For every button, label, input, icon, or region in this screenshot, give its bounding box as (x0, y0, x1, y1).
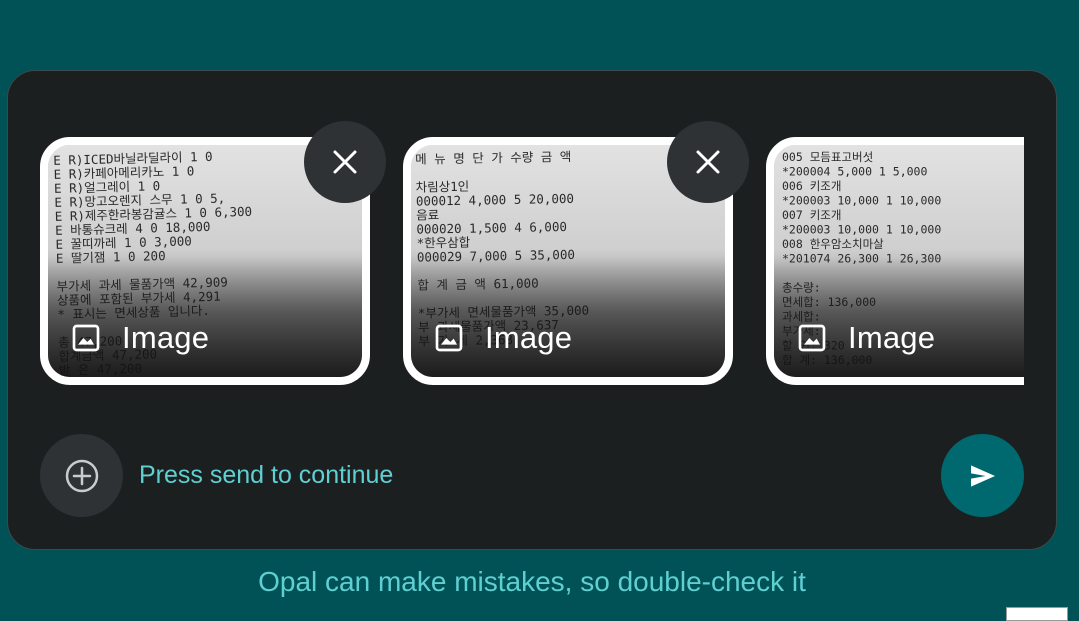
close-icon (333, 150, 357, 174)
attachment-label-row: Image (433, 320, 572, 356)
corner-widget (1006, 607, 1068, 621)
attachment-strip: E R)ICED바닐라딜라이 1 0E R)카페아메리카노 1 0E R)얼그레… (40, 137, 1024, 387)
remove-attachment-1-button[interactable] (304, 121, 386, 203)
attachment-label: Image (848, 320, 936, 355)
receipt-line: 000012 4,000 5 20,000 (416, 191, 574, 209)
image-icon (798, 324, 826, 352)
receipt-line: 006 키조개 (782, 179, 841, 193)
attachment-label-row: Image (70, 320, 209, 356)
thumbnail-shade (774, 257, 1024, 377)
add-circle-icon (65, 459, 98, 492)
remove-attachment-2-button[interactable] (667, 121, 749, 203)
attachment-label: Image (122, 320, 210, 355)
thumbnail-shade (411, 257, 725, 377)
close-icon (696, 150, 720, 174)
disclaimer-text: Opal can make mistakes, so double-check … (258, 566, 806, 597)
send-button[interactable] (941, 434, 1024, 517)
receipt-line: 메 뉴 명 단 가 수량 금 액 (415, 149, 571, 167)
receipt-line: *200004 5,000 1 5,000 (782, 165, 927, 179)
receipt-line: 000020 1,500 4 6,000 (416, 219, 567, 237)
image-icon (72, 324, 100, 352)
receipt-line: 007 키조개 (782, 208, 841, 222)
add-attachment-button[interactable] (40, 434, 123, 517)
receipt-line: *200003 10,000 1 10,000 (782, 223, 941, 237)
attachment-label-row: Image (796, 320, 935, 356)
thumbnail-shade (48, 257, 362, 377)
send-icon (970, 464, 995, 487)
attachment-card-3[interactable]: 005 모듬표고버섯 *200004 5,000 1 5,000 006 키조개 *2… (766, 137, 1024, 385)
prompt-input[interactable] (139, 455, 919, 495)
receipt-line: *200003 10,000 1 10,000 (782, 194, 941, 208)
image-icon (435, 324, 463, 352)
receipt-line: 005 모듬표고버섯 (782, 150, 873, 164)
receipt-line: 008 한우암소치마살 (782, 237, 884, 251)
attachment-label: Image (485, 320, 573, 355)
